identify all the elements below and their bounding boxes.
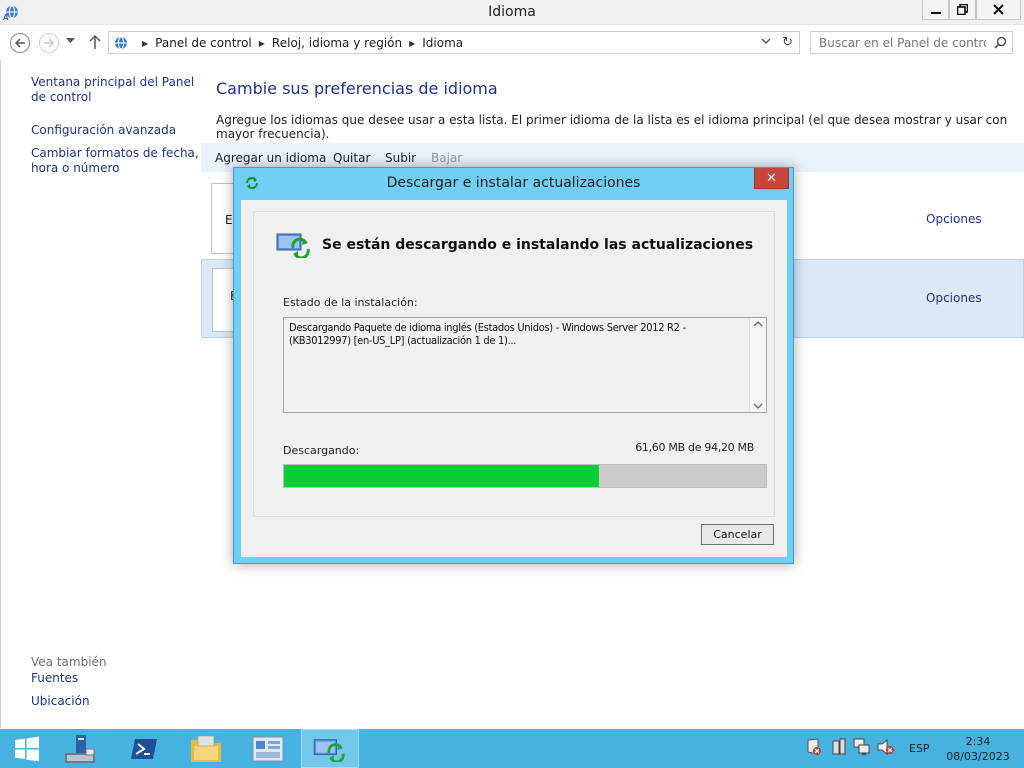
windows-logo-icon [15, 736, 39, 761]
link-change-date-formats[interactable]: Cambiar formatos de fecha, hora o número [31, 146, 199, 176]
download-label: Descargando: [283, 444, 360, 457]
start-button[interactable] [6, 729, 48, 768]
control-panel-button[interactable] [240, 729, 296, 768]
volume-muted-icon[interactable] [877, 738, 895, 756]
search-icon[interactable] [994, 36, 1007, 49]
control-panel-icon [115, 36, 127, 50]
add-language-button[interactable]: Agregar un idioma [215, 151, 326, 165]
address-bar[interactable]: ▶ Panel de control ▶ Reloj, idioma y reg… [108, 31, 800, 54]
arrow-left-icon [14, 38, 25, 48]
breadcrumb-control-panel[interactable]: Panel de control [155, 36, 252, 50]
breadcrumb: ▶ Panel de control ▶ Reloj, idioma y reg… [135, 36, 463, 50]
download-progress-bar [283, 464, 767, 488]
search-input[interactable] [811, 32, 986, 53]
scroll-down-icon[interactable] [753, 403, 763, 410]
language-list-item[interactable]: E [211, 183, 235, 254]
chevron-right-icon[interactable]: ▶ [259, 39, 265, 48]
chevron-right-icon[interactable]: ▶ [142, 39, 148, 48]
back-button[interactable] [10, 33, 30, 53]
device-icon[interactable] [831, 738, 847, 756]
restore-icon [957, 4, 968, 15]
left-navigation-pane: Ventana principal del Panel de control C… [0, 60, 200, 728]
recent-locations-dropdown[interactable] [66, 38, 75, 44]
page-description: Agregue los idiomas que desee usar a est… [216, 113, 1008, 141]
dialog-body: Se están descargando e instalando las ac… [241, 200, 787, 557]
navigation-bar: ▶ Panel de control ▶ Reloj, idioma y reg… [0, 26, 1024, 59]
clock-time: 2:34 [965, 735, 991, 748]
windows-update-icon [276, 233, 310, 258]
language-name: E [225, 213, 233, 227]
windows-update-icon [313, 738, 345, 762]
minimize-icon [930, 11, 941, 14]
close-window-button[interactable] [976, 0, 1021, 20]
file-explorer-button[interactable] [178, 729, 234, 768]
move-down-button[interactable]: Bajar [431, 151, 462, 165]
link-location[interactable]: Ubicación [31, 694, 199, 709]
windows-update-taskbar-button[interactable] [301, 729, 359, 768]
language-options-link[interactable]: Opciones [926, 212, 982, 226]
close-icon [993, 4, 1004, 15]
dialog-content-panel: Se están descargando e instalando las ac… [253, 211, 775, 517]
folder-icon [191, 735, 221, 762]
remove-language-button[interactable]: Quitar [333, 151, 370, 165]
dialog-close-button[interactable]: ✕ [754, 168, 789, 189]
dialog-title: Descargar e instalar actualizaciones [386, 175, 641, 191]
powershell-button[interactable] [116, 729, 172, 768]
input-language-indicator[interactable]: ESP [909, 742, 930, 755]
clock-date: 08/03/2023 [946, 750, 1010, 763]
scroll-up-icon[interactable] [753, 320, 763, 327]
install-status-text: Descargando Paquete de idioma inglés (Es… [289, 321, 686, 347]
install-status-textbox[interactable]: Descargando Paquete de idioma inglés (Es… [283, 317, 767, 413]
link-fonts[interactable]: Fuentes [31, 671, 199, 686]
page-title: Cambie sus preferencias de idioma [216, 79, 498, 98]
breadcrumb-language[interactable]: Idioma [422, 36, 463, 50]
restore-button[interactable] [949, 0, 976, 20]
download-size-text: 61,60 MB de 94,20 MB [635, 441, 754, 454]
system-clock[interactable]: 2:34 08/03/2023 [945, 734, 1011, 764]
chevron-down-icon[interactable] [761, 38, 771, 45]
server-manager-button[interactable] [52, 729, 108, 768]
chevron-right-icon[interactable]: ▶ [409, 39, 415, 48]
close-icon: ✕ [766, 170, 777, 186]
forward-button[interactable] [39, 33, 59, 53]
minimize-button[interactable] [922, 0, 949, 20]
link-advanced-settings[interactable]: Configuración avanzada [31, 123, 199, 138]
up-arrow-icon[interactable] [88, 34, 102, 50]
action-center-icon[interactable] [806, 738, 822, 756]
arrow-right-icon [44, 38, 55, 48]
server-manager-icon [65, 734, 95, 763]
taskbar: ESP 2:34 08/03/2023 [0, 729, 1024, 768]
install-status-label: Estado de la instalación: [283, 296, 418, 309]
dialog-heading: Se están descargando e instalando las ac… [322, 237, 754, 253]
window-title: Idioma [488, 4, 536, 20]
search-box[interactable] [810, 31, 1013, 54]
powershell-icon [131, 738, 157, 759]
window-title-bar: A Idioma [0, 0, 1024, 25]
link-control-panel-home[interactable]: Ventana principal del Panel de control [31, 75, 199, 105]
move-up-button[interactable]: Subir [385, 151, 416, 165]
cancel-button[interactable]: Cancelar [701, 524, 774, 545]
network-icon[interactable] [853, 738, 871, 756]
see-also-heading: Vea también [31, 655, 107, 669]
status-scrollbar[interactable] [749, 318, 766, 412]
progress-fill [284, 465, 600, 487]
breadcrumb-clock-language-region[interactable]: Reloj, idioma y región [272, 36, 402, 50]
refresh-icon[interactable]: ↻ [782, 35, 793, 50]
language-options-link[interactable]: Opciones [926, 291, 982, 305]
download-updates-dialog: Descargar e instalar actualizaciones ✕ S… [233, 167, 794, 564]
control-panel-icon [252, 736, 284, 761]
